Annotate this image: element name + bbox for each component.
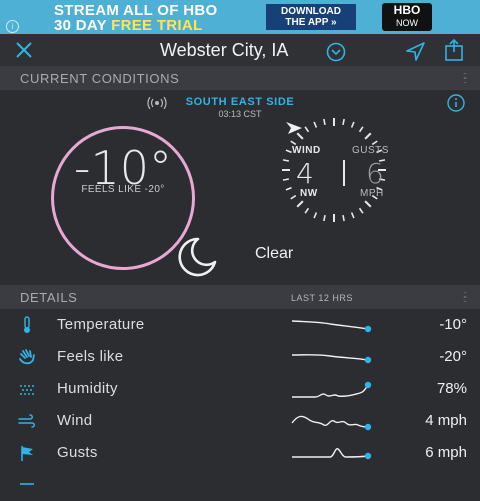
compass-tick [350, 212, 355, 219]
wind-label: WIND [292, 145, 321, 156]
gusts-sparkline [292, 448, 372, 460]
compass-tick [304, 126, 310, 133]
detail-value: 6 mph [425, 444, 467, 461]
wind-divider [343, 160, 345, 186]
thermometer-icon [24, 316, 30, 333]
hbo-now-logo: HBO NOW [382, 3, 432, 31]
section-title: DETAILS [20, 290, 78, 305]
detail-row-humidity[interactable]: Humidity 78% [0, 373, 480, 405]
info-icon[interactable] [447, 94, 465, 112]
compass-tick [313, 212, 318, 219]
compass-tick [358, 126, 364, 133]
chevron-down-icon[interactable] [326, 42, 346, 62]
detail-row-partial[interactable] [0, 469, 480, 501]
detail-value: 4 mph [425, 412, 467, 429]
compass-tick [358, 207, 364, 214]
city-name: Webster City, IA [160, 40, 289, 60]
detail-label: Humidity [57, 380, 118, 397]
drag-handle-icon[interactable]: :::: [463, 71, 467, 85]
compass-tick [364, 200, 372, 208]
humidity-sparkline [292, 381, 372, 398]
speed-unit-label: MPH [360, 188, 384, 199]
current-conditions-header: CURRENT CONDITIONS :::: [0, 66, 480, 90]
detail-row-feels-like[interactable]: Feels like -20° [0, 341, 480, 373]
close-icon[interactable] [14, 40, 34, 60]
detail-value: -10° [439, 316, 467, 333]
detail-label: Gusts [57, 444, 98, 461]
compass-tick [290, 194, 297, 200]
detail-row-temperature[interactable]: Temperature -10° [0, 309, 480, 341]
gusts-label: GUSTS [352, 145, 389, 156]
compass-tick [290, 140, 297, 146]
compass-tick [350, 121, 355, 128]
moon-icon [178, 237, 217, 277]
gust-speed-value: 6 [366, 157, 384, 190]
compass-tick [371, 140, 378, 146]
ad-banner[interactable]: STREAM ALL OF HBO 30 DAY FREE TRIAL DOWN… [0, 0, 480, 34]
compass-tick [323, 214, 326, 222]
wind-sparkline [291, 415, 372, 431]
wind-compass [282, 118, 386, 222]
condition-text: Clear [255, 245, 294, 262]
share-icon[interactable] [442, 38, 466, 62]
wind-direction-label: NW [300, 188, 318, 199]
compass-tick [285, 186, 292, 191]
feels-like-sparkline [291, 354, 372, 364]
compass-tick [323, 118, 326, 126]
ad-download-button[interactable]: DOWNLOAD THE APP » [266, 4, 356, 30]
compass-tick [342, 214, 345, 222]
wind-direction-arrow-icon [286, 122, 302, 134]
detail-row-gusts[interactable]: Gusts 6 mph [0, 437, 480, 469]
location-arrow-icon[interactable] [404, 41, 426, 63]
hand-icon [19, 349, 35, 365]
detail-value: 78% [436, 380, 467, 397]
ad-subheadline: 30 DAY FREE TRIAL [54, 17, 203, 34]
compass-tick [285, 149, 292, 154]
compass-tick [304, 207, 310, 214]
pressure-icon [20, 483, 34, 485]
detail-label: Wind [57, 412, 93, 429]
ad-info-icon[interactable]: i [6, 20, 19, 33]
drag-handle-icon[interactable]: :::: [463, 290, 467, 304]
temperature-sparkline [291, 320, 372, 333]
compass-tick [313, 121, 318, 128]
wind-speed-value: 4 [296, 157, 314, 190]
compass-tick [342, 118, 345, 126]
details-header: DETAILS LAST 12 HRS :::: [0, 285, 480, 309]
compass-tick [282, 178, 290, 181]
humidity-icon [20, 385, 34, 395]
wind-icon [18, 414, 35, 428]
feels-like-label: FEELS LIKE -20° [81, 184, 165, 195]
compass-tick [364, 132, 372, 140]
detail-row-wind[interactable]: Wind 4 mph [0, 405, 480, 437]
compass-tick [282, 159, 290, 162]
detail-label: Temperature [57, 316, 145, 333]
station-name[interactable]: SOUTH EAST SIDE [0, 96, 480, 108]
section-title: CURRENT CONDITIONS [20, 71, 180, 86]
compass-tick [296, 200, 304, 208]
flag-icon [21, 446, 33, 461]
location-selector[interactable]: Webster City, IA [160, 40, 350, 62]
detail-label: Feels like [57, 348, 124, 365]
detail-value: -20° [439, 348, 467, 365]
range-label: LAST 12 HRS [291, 293, 353, 303]
